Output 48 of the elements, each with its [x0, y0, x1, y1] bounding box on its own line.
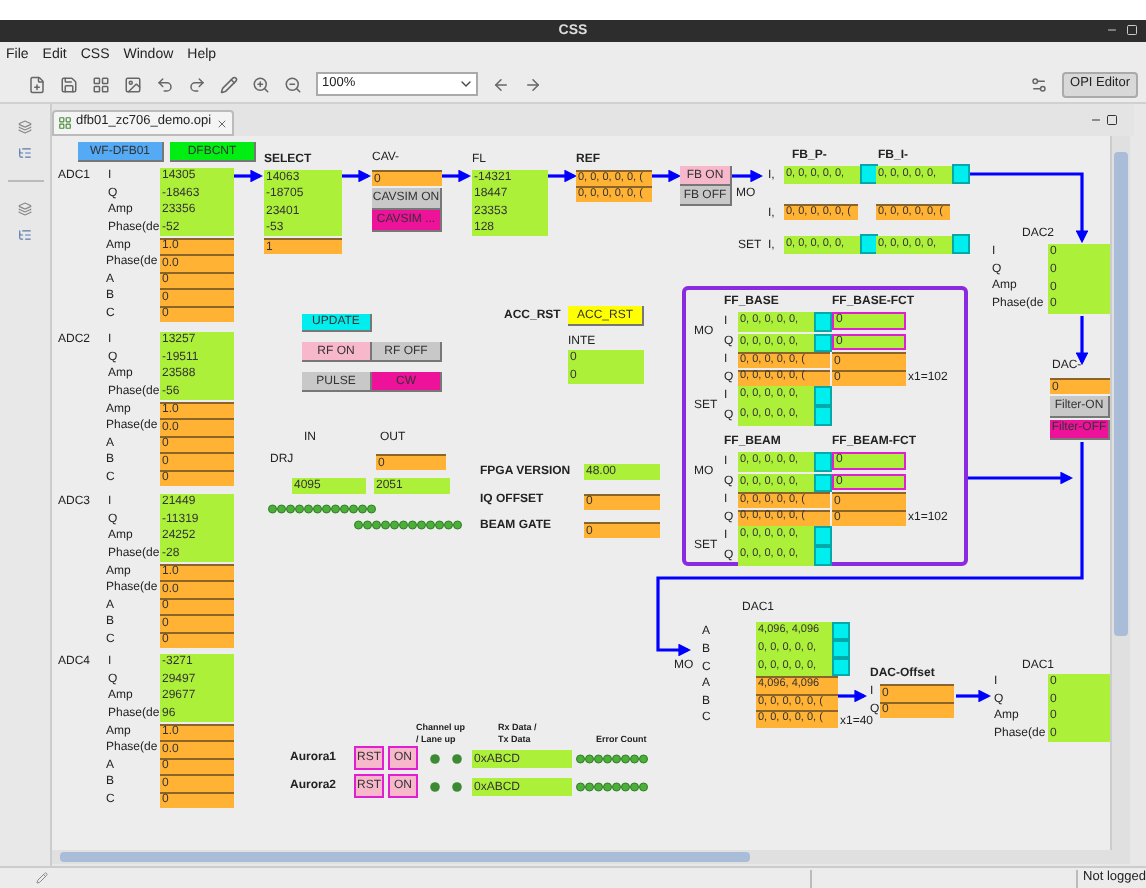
forward-icon[interactable] — [524, 75, 542, 93]
save-icon[interactable] — [60, 75, 78, 93]
minimize-icon[interactable] — [1106, 24, 1118, 36]
redo-icon[interactable] — [188, 75, 206, 93]
outline-icon[interactable] — [18, 146, 32, 160]
array-handle[interactable] — [860, 164, 878, 184]
status-icon — [36, 872, 48, 884]
output-leds-drawing — [354, 519, 462, 529]
zoom-out-icon[interactable] — [284, 75, 302, 93]
outline-icon[interactable] — [18, 228, 32, 242]
flow-arrow — [234, 169, 264, 183]
scroll-thumb[interactable] — [60, 852, 750, 862]
horizontal-scrollbar[interactable] — [52, 850, 1130, 864]
flow-arrow — [342, 169, 372, 183]
grid-icon[interactable] — [92, 75, 110, 93]
minimize-icon[interactable] — [1090, 114, 1102, 126]
array-handle[interactable] — [860, 234, 878, 254]
flow-arrow — [548, 169, 578, 183]
flow-arrow — [652, 169, 682, 183]
error-leds-drawing — [576, 753, 648, 763]
array-handle[interactable] — [952, 164, 970, 184]
status-led-icon — [451, 781, 461, 791]
error-leds-drawing — [576, 781, 648, 791]
dropdown-icon[interactable] — [458, 76, 474, 92]
input-leds-drawing — [268, 503, 376, 513]
pencil-icon[interactable] — [220, 75, 238, 93]
flow-arrow — [956, 689, 992, 703]
vertical-scrollbar[interactable] — [1110, 136, 1130, 850]
array-handle[interactable] — [952, 234, 970, 254]
flow-arrow — [834, 689, 868, 703]
status-led-icon — [429, 781, 439, 791]
back-icon[interactable] — [492, 75, 510, 93]
flow-arrow — [732, 169, 764, 183]
undo-icon[interactable] — [156, 75, 174, 93]
new-file-icon[interactable] — [28, 75, 46, 93]
status-led-icon — [429, 753, 439, 763]
scroll-thumb[interactable] — [1114, 152, 1128, 636]
layers-icon[interactable] — [18, 202, 32, 216]
layers-icon[interactable] — [18, 120, 32, 134]
flow-arrow — [442, 169, 472, 183]
maximize-icon[interactable] — [1106, 114, 1118, 126]
perspective-icon[interactable] — [1030, 75, 1049, 93]
image-icon[interactable] — [124, 75, 142, 93]
flow-arrow — [968, 172, 1089, 244]
file-icon — [58, 116, 72, 130]
close-icon[interactable] — [215, 117, 228, 129]
zoom-in-icon[interactable] — [252, 75, 270, 93]
status-led-icon — [451, 753, 461, 763]
